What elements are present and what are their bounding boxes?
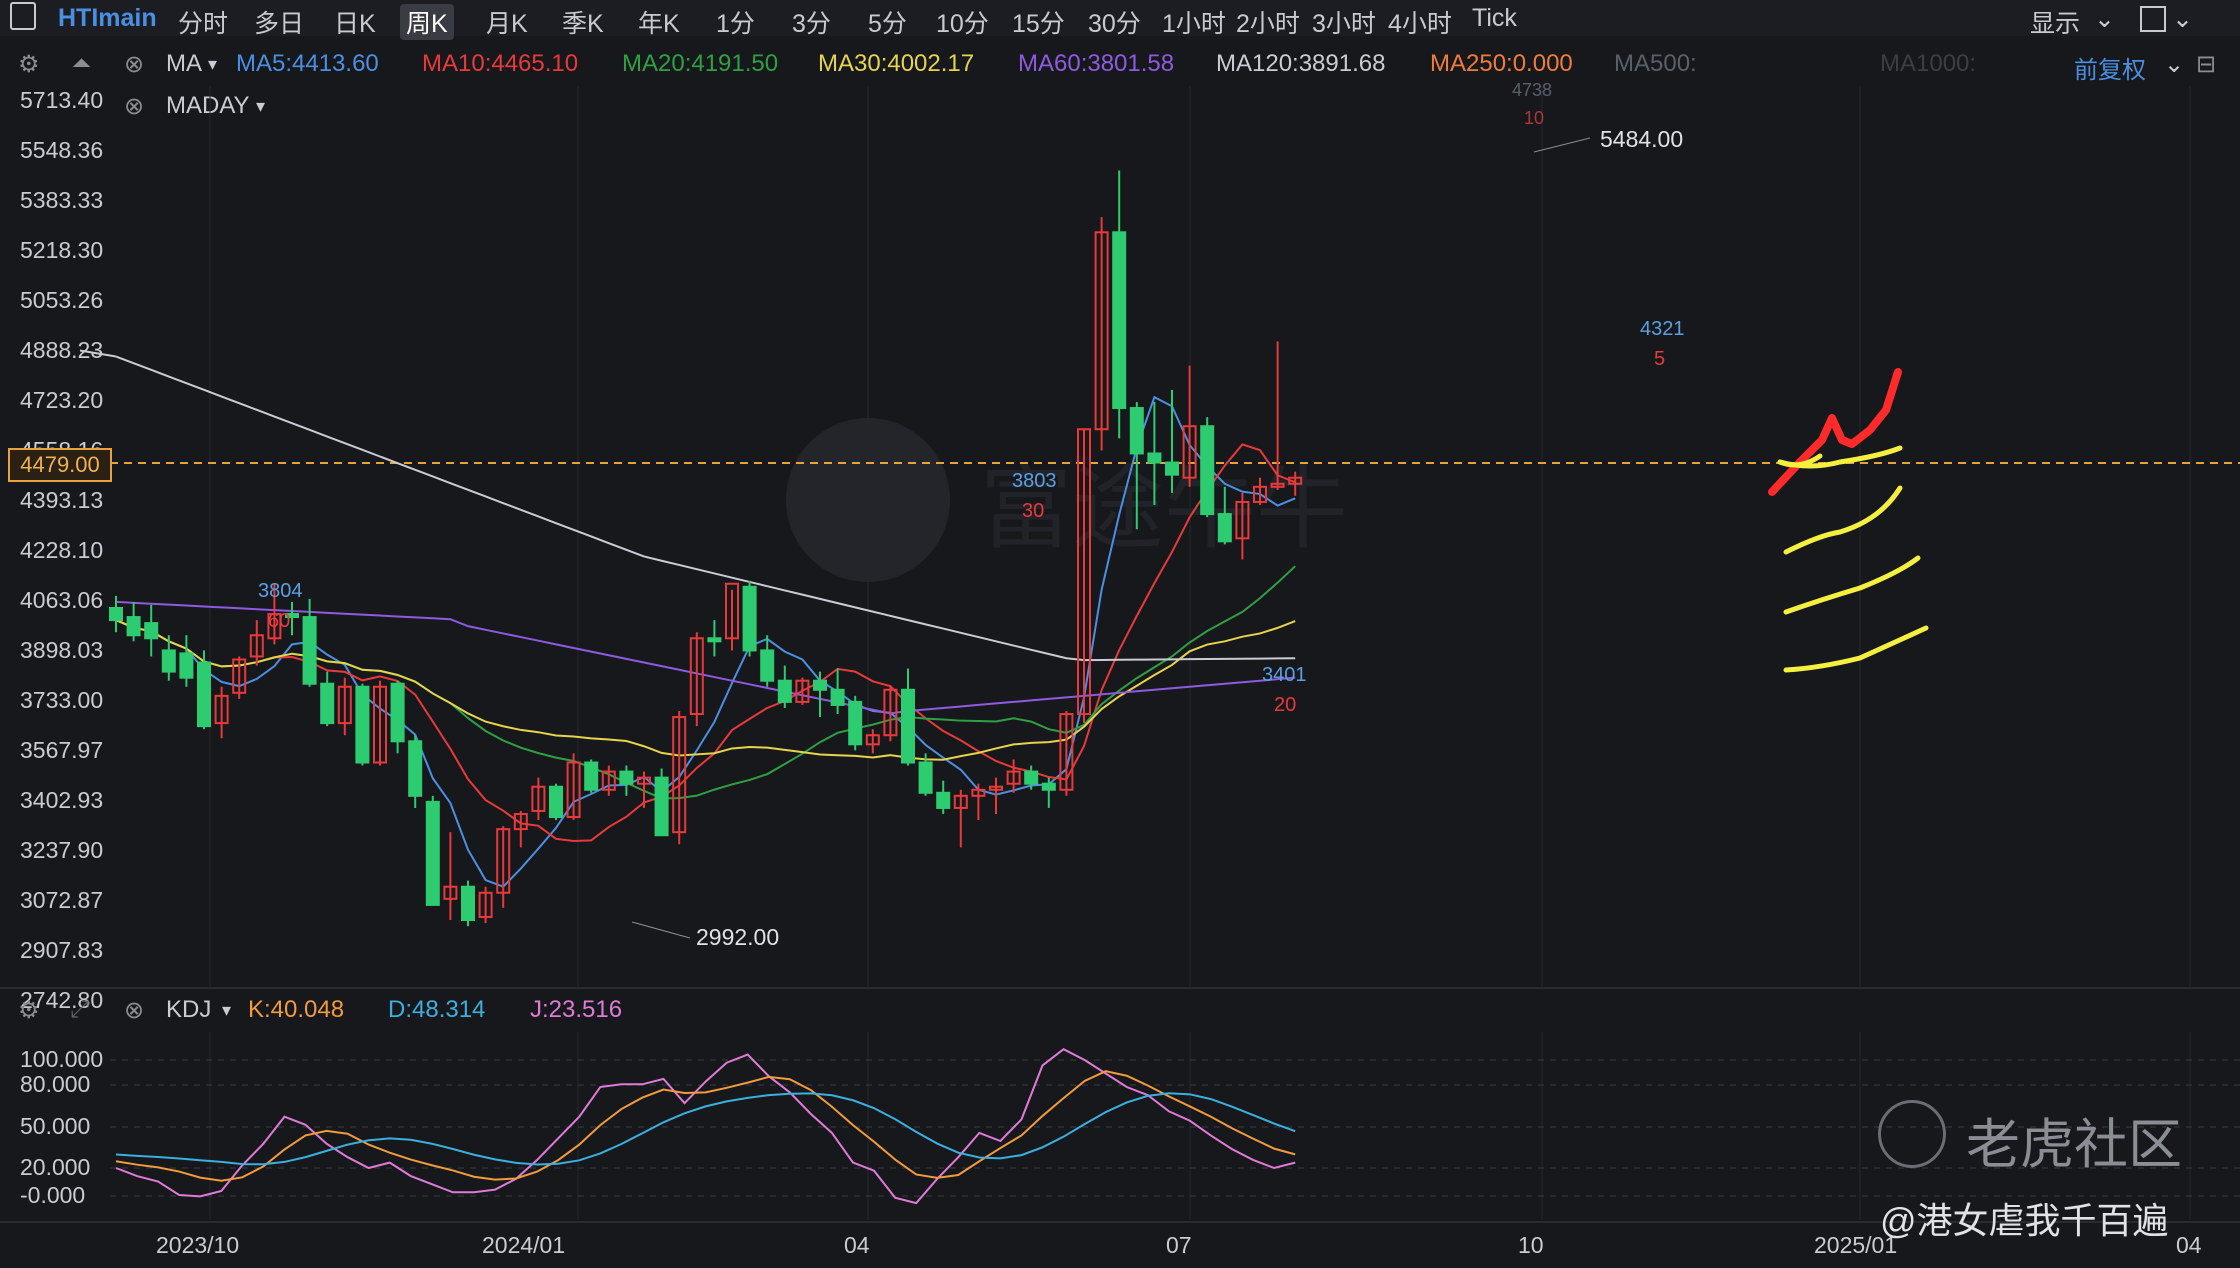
- candle-body: [619, 770, 634, 785]
- candle-body: [936, 791, 951, 809]
- author-watermark: @港女虐我千百遍: [1880, 1200, 2169, 1241]
- peak-muted-label: 4738: [1512, 80, 1553, 100]
- candle-body: [109, 606, 123, 622]
- price-axis-label: 3733.00: [20, 687, 104, 713]
- tiger-community-logo-icon: [1878, 1100, 1946, 1168]
- ma30-line: [115, 619, 1296, 761]
- ma-mark-5: 5: [1654, 348, 1666, 370]
- projection-yellow-line: [1783, 485, 1903, 555]
- price-axis-label: 4228.10: [20, 537, 104, 563]
- candle-body: [390, 682, 405, 743]
- candle-body: [1200, 425, 1215, 516]
- ma-mark-4321: 4321: [1640, 318, 1685, 340]
- time-axis-label: 10: [1518, 1232, 1544, 1258]
- kdj-j-line: [115, 1048, 1296, 1205]
- ma-mark-60: 60: [268, 610, 291, 632]
- kdj-d-line: [115, 1092, 1296, 1166]
- price-axis-label: 5713.40: [20, 87, 104, 113]
- candle-body: [1129, 407, 1144, 455]
- candle-body: [760, 649, 775, 682]
- time-axis-label: 2023/10: [156, 1232, 240, 1258]
- candle-body: [901, 688, 915, 764]
- chevron-down-icon[interactable]: ▾: [222, 1000, 231, 1021]
- ma-mark-20: 20: [1274, 694, 1297, 716]
- kdj-axis-label: 100.000: [20, 1046, 104, 1072]
- candle-body: [777, 679, 792, 703]
- kdj-d-value: D:48.314: [388, 996, 486, 1023]
- candle-body: [320, 682, 335, 725]
- candle-body: [1112, 231, 1127, 410]
- time-axis-label: 07: [1166, 1232, 1192, 1258]
- kdj-axis-label: 50.000: [20, 1113, 91, 1139]
- candle-body: [355, 685, 370, 764]
- candle-body: [549, 785, 563, 819]
- price-axis-label: 5218.30: [20, 237, 104, 263]
- price-axis-label: 4723.20: [20, 387, 104, 413]
- price-axis-label: 2907.83: [20, 937, 104, 963]
- kdj-axis-label: -0.000: [20, 1182, 86, 1208]
- kdj-k-value: K:40.048: [248, 996, 345, 1023]
- price-axis-label: 5383.33: [20, 187, 104, 213]
- candle-body: [813, 679, 827, 691]
- low-leader-line: [631, 921, 691, 939]
- candle-body: [830, 688, 845, 706]
- price-axis-label: 5548.36: [20, 137, 104, 163]
- candle-body: [461, 885, 475, 922]
- price-axis-label: 3567.97: [20, 737, 104, 763]
- candle-body: [707, 637, 722, 643]
- candle-body: [1165, 461, 1179, 476]
- candle-body: [1041, 782, 1056, 791]
- price-axis-label: 3402.93: [20, 787, 104, 813]
- time-axis-label: 04: [2176, 1232, 2202, 1258]
- price-axis-label: 3237.90: [20, 837, 104, 863]
- candle-body: [742, 585, 757, 652]
- candle-body: [654, 776, 669, 837]
- ma-mark-30: 30: [1022, 500, 1045, 522]
- kdj-indicator-select[interactable]: KDJ: [166, 996, 211, 1024]
- price-axis-label: 4063.06: [20, 587, 104, 613]
- projection-yellow-line: [1783, 555, 1921, 615]
- candle-body: [408, 740, 423, 797]
- kdj-j-value: J:23.516: [530, 996, 623, 1023]
- kline-chart[interactable]: 富途牛牛: [0, 0, 2240, 1268]
- low-price-label: 2992.00: [696, 924, 780, 950]
- candle-body: [144, 622, 159, 640]
- gear-icon[interactable]: ⚙: [18, 996, 40, 1025]
- close-icon[interactable]: ⊗: [124, 996, 144, 1025]
- ma-mark-3804: 3804: [258, 580, 303, 602]
- candle-body: [302, 616, 317, 685]
- time-axis-label: 2024/01: [482, 1232, 566, 1258]
- current-price-tag: 4479.00: [8, 448, 112, 482]
- price-axis-label: 3072.87: [20, 887, 104, 913]
- price-axis-label: 5053.26: [20, 287, 104, 313]
- candle-body: [584, 761, 599, 791]
- community-watermark: 老虎社区: [1966, 1115, 2182, 1175]
- candle-body: [161, 649, 176, 673]
- expand-icon[interactable]: ⤢: [70, 996, 89, 1024]
- price-axis-label: 4888.23: [20, 337, 104, 363]
- candle-body: [918, 761, 933, 794]
- price-axis-label: 3898.03: [20, 637, 104, 663]
- ma-mark-3803: 3803: [1012, 470, 1057, 492]
- candle-body: [1024, 770, 1039, 785]
- candle-body: [126, 616, 141, 637]
- candle-body: [1217, 513, 1232, 543]
- candle-body: [179, 652, 194, 679]
- high-price-label: 5484.00: [1600, 126, 1684, 152]
- price-axis-label: 4393.13: [20, 487, 104, 513]
- peak-muted-count: 10: [1524, 108, 1545, 128]
- candle-body: [425, 800, 440, 906]
- time-axis-label: 04: [844, 1232, 870, 1258]
- projection-red-drawing: [1768, 368, 1902, 496]
- candle-body: [848, 700, 863, 746]
- candle-body: [197, 661, 211, 728]
- projection-yellow-line: [1783, 625, 1929, 673]
- candle-body: [1147, 452, 1162, 464]
- ma-mark-3401: 3401: [1262, 664, 1307, 686]
- kdj-axis-label: 80.000: [20, 1071, 91, 1097]
- kdj-k-line: [115, 1070, 1296, 1182]
- kdj-axis-label: 20.000: [20, 1154, 91, 1180]
